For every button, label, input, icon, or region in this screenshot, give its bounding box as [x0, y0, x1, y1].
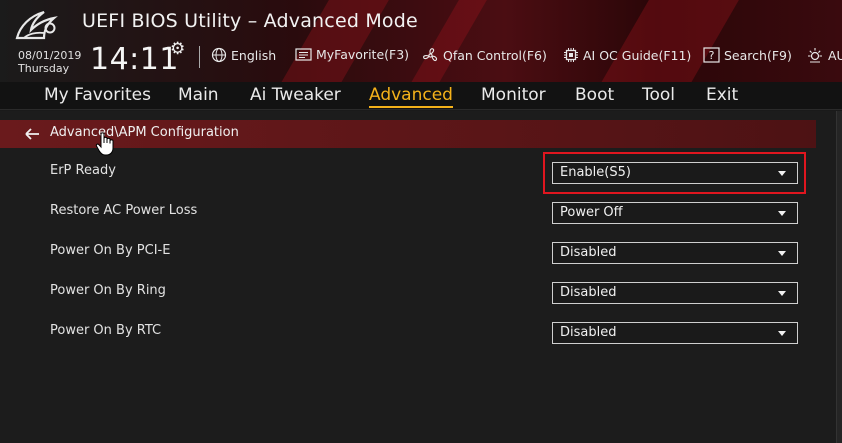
setting-label-erp-ready: ErP Ready [50, 163, 116, 178]
ai-oc-guide-button[interactable]: AI OC Guide(F11) [563, 47, 691, 63]
rog-logo-icon [15, 10, 58, 40]
tab-exit[interactable]: Exit [706, 85, 738, 105]
tab-my-favorites[interactable]: My Favorites [44, 85, 151, 105]
breadcrumb-path: Advanced\APM Configuration [50, 125, 239, 140]
chevron-down-icon [778, 251, 786, 256]
language-button[interactable]: English [211, 47, 276, 63]
power-on-by-rtc-select[interactable]: Disabled [552, 322, 798, 344]
header-divider [199, 46, 200, 68]
settings-gear-icon[interactable]: ⚙ [170, 40, 188, 58]
ai-oc-label: AI OC Guide(F11) [583, 47, 692, 63]
scrollbar[interactable] [836, 111, 842, 443]
tab-ai-tweaker[interactable]: Ai Tweaker [250, 85, 341, 105]
erp-ready-select[interactable]: Enable(S5) [552, 162, 798, 184]
day-text: Thursday [18, 62, 70, 75]
clock-time: 14:11 [90, 42, 179, 77]
qfan-label: Qfan Control(F6) [443, 48, 547, 63]
breadcrumb: Advanced\APM Configuration [0, 120, 816, 148]
header-decoration [585, 0, 745, 82]
aura-button[interactable]: AU [806, 47, 842, 63]
qfan-control-button[interactable]: Qfan Control(F6) [422, 47, 547, 64]
help-question-icon: ? [703, 47, 720, 63]
language-label: English [231, 47, 277, 63]
search-label: Search(F9) [724, 47, 792, 63]
fan-icon [423, 48, 438, 62]
chip-icon [564, 48, 578, 62]
chevron-down-icon [778, 211, 786, 216]
erp-ready-value: Enable(S5) [560, 165, 631, 180]
tab-boot[interactable]: Boot [575, 85, 614, 105]
myfavorite-button[interactable]: MyFavorite(F3) [295, 47, 409, 62]
date-text: 08/01/2019 [18, 49, 82, 62]
myfavorite-label: MyFavorite(F3) [316, 47, 410, 62]
power-on-by-pcie-select[interactable]: Disabled [552, 242, 798, 264]
setting-label-power-on-by-ring: Power On By Ring [50, 283, 166, 298]
power-on-by-ring-select[interactable]: Disabled [552, 282, 798, 304]
header-bar: UEFI BIOS Utility – Advanced Mode 08/01/… [0, 0, 842, 82]
tab-tool[interactable]: Tool [642, 85, 675, 105]
main-nav: My Favorites Main Ai Tweaker Advanced Mo… [0, 82, 842, 110]
aura-light-icon [808, 48, 822, 63]
favorite-list-icon [295, 47, 312, 61]
restore-ac-power-loss-value: Power Off [560, 205, 623, 220]
tab-monitor[interactable]: Monitor [481, 85, 546, 105]
setting-label-power-on-by-rtc: Power On By RTC [50, 323, 162, 338]
aura-label: AU [828, 47, 842, 63]
tab-main[interactable]: Main [178, 85, 219, 105]
globe-icon [211, 47, 227, 63]
date-display: 08/01/2019 Thursday [18, 49, 81, 75]
app-title: UEFI BIOS Utility – Advanced Mode [82, 10, 418, 32]
back-arrow-icon[interactable] [22, 124, 42, 144]
power-on-by-pcie-value: Disabled [560, 245, 617, 260]
settings-panel: Advanced\APM Configuration ErP Ready Ena… [0, 111, 836, 443]
chevron-down-icon [778, 331, 786, 336]
restore-ac-power-loss-select[interactable]: Power Off [552, 202, 798, 224]
setting-label-restore-ac-power-loss: Restore AC Power Loss [50, 203, 198, 218]
power-on-by-rtc-value: Disabled [560, 325, 617, 340]
hand-cursor-icon [95, 132, 114, 156]
chevron-down-icon [778, 291, 786, 296]
svg-text:?: ? [709, 49, 715, 62]
tab-advanced[interactable]: Advanced [369, 85, 453, 108]
power-on-by-ring-value: Disabled [560, 285, 617, 300]
setting-label-power-on-by-pcie: Power On By PCI-E [50, 243, 171, 258]
search-button[interactable]: ? Search(F9) [703, 47, 792, 63]
chevron-down-icon [778, 171, 786, 176]
